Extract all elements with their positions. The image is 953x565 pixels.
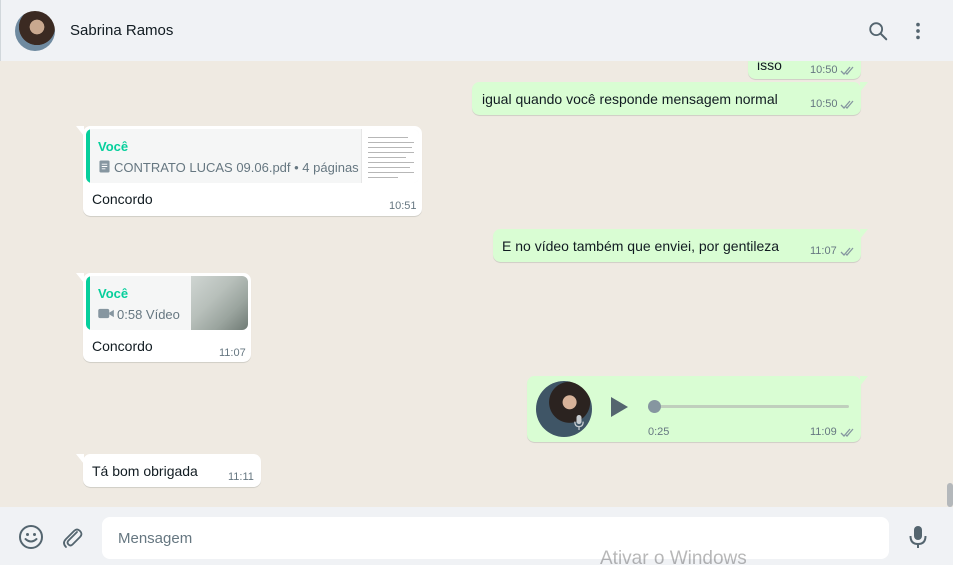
message-text: Concordo xyxy=(92,338,153,354)
double-check-icon xyxy=(840,100,854,109)
message-time: 10:50 xyxy=(810,64,838,76)
double-check-icon xyxy=(840,66,854,75)
voice-message[interactable]: 0:25 11:09 xyxy=(527,376,868,442)
search-icon[interactable] xyxy=(867,20,889,42)
quote-author: Você xyxy=(98,286,129,301)
emoji-icon[interactable] xyxy=(18,524,44,550)
double-check-icon xyxy=(840,247,854,256)
message-outgoing[interactable]: igual quando você responde mensagem norm… xyxy=(472,82,868,115)
video-camera-icon xyxy=(98,308,114,319)
play-icon[interactable] xyxy=(609,396,629,418)
message-time: 11:07 xyxy=(810,245,837,257)
message-text: igual quando você responde mensagem norm… xyxy=(482,91,778,107)
message-incoming[interactable]: Tá bom obrigada 11:11 xyxy=(76,454,261,487)
voice-progress-knob[interactable] xyxy=(648,400,661,413)
message-input[interactable] xyxy=(102,517,889,559)
message-outgoing[interactable]: isso 10:50 xyxy=(748,61,861,79)
message-time: 10:51 xyxy=(389,200,417,212)
double-check-icon xyxy=(840,428,854,437)
message-text: Concordo xyxy=(92,191,153,207)
microphone-icon xyxy=(574,415,584,430)
composer-bar xyxy=(0,507,953,565)
voice-progress-track[interactable] xyxy=(654,405,849,408)
chat-header: Sabrina Ramos xyxy=(0,0,953,61)
quote-text: CONTRATO LUCAS 09.06.pdf • 4 páginas xyxy=(114,160,359,175)
message-time: 10:50 xyxy=(810,98,838,110)
message-text: E no vídeo também que enviei, por gentil… xyxy=(502,238,780,254)
message-time: 11:09 xyxy=(810,426,837,438)
message-time: 11:07 xyxy=(219,347,246,359)
microphone-icon[interactable] xyxy=(905,524,931,550)
message-incoming[interactable]: Você 0:58 Vídeo Concordo 11:07 xyxy=(76,273,251,362)
message-text: Tá bom obrigada xyxy=(92,463,198,479)
quoted-message[interactable]: Você CONTRATO LUCAS 09.06.pdf • 4 página… xyxy=(86,129,419,183)
message-incoming[interactable]: Você CONTRATO LUCAS 09.06.pdf • 4 página… xyxy=(76,126,422,216)
windows-activation-watermark: Ativar o Windows xyxy=(600,548,747,565)
message-text: isso xyxy=(757,61,782,73)
scrollbar[interactable] xyxy=(947,483,953,507)
quoted-message[interactable]: Você 0:58 Vídeo xyxy=(86,276,248,330)
document-icon xyxy=(99,160,110,173)
contact-name[interactable]: Sabrina Ramos xyxy=(70,22,173,39)
document-thumbnail xyxy=(361,129,419,183)
menu-icon[interactable] xyxy=(907,20,929,42)
voice-duration: 0:25 xyxy=(648,426,670,438)
quote-author: Você xyxy=(98,139,129,154)
attach-icon[interactable] xyxy=(59,524,85,550)
contact-avatar[interactable] xyxy=(15,11,55,51)
message-outgoing[interactable]: E no vídeo também que enviei, por gentil… xyxy=(493,229,868,262)
message-list[interactable]: isso 10:50 igual quando você responde me… xyxy=(0,61,953,507)
video-thumbnail xyxy=(191,276,248,330)
message-time: 11:11 xyxy=(228,471,254,483)
quote-text: 0:58 Vídeo xyxy=(117,307,180,322)
